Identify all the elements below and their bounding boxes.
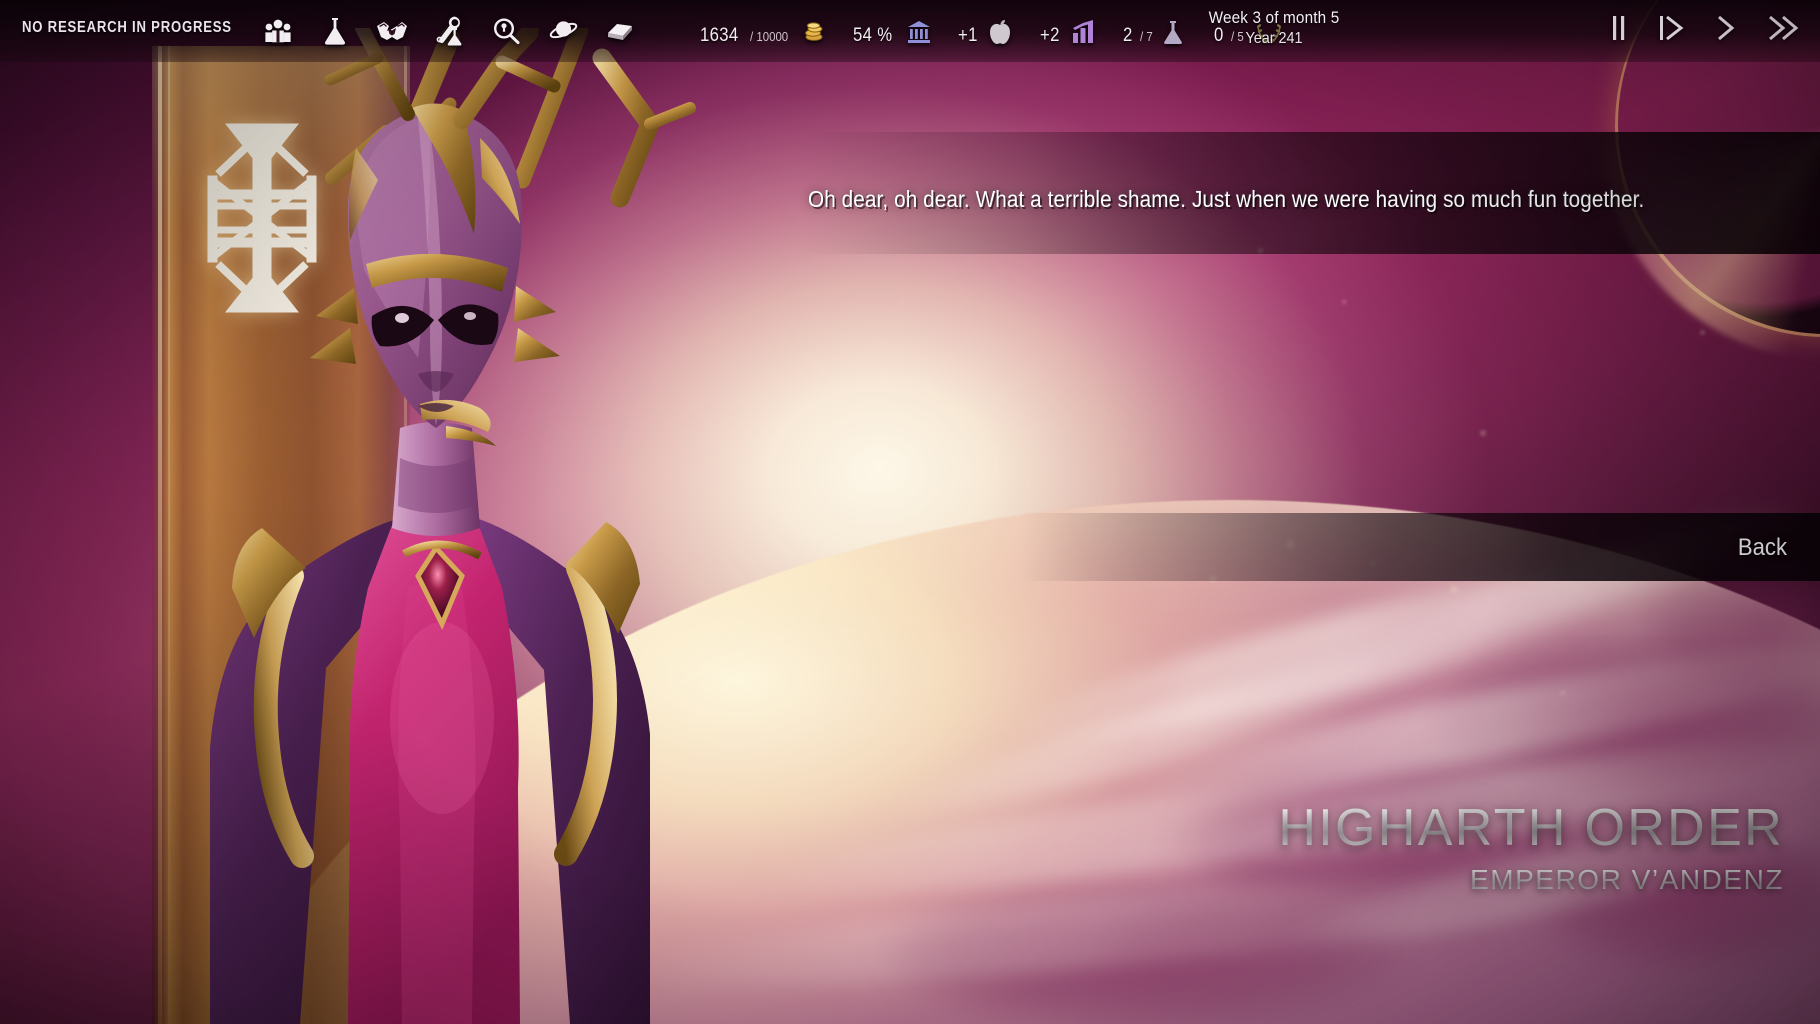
- research-flask-icon[interactable]: [319, 14, 351, 48]
- faction-title-block: HIGHARTH ORDER EMPEROR V’ANDENZ: [1278, 798, 1784, 896]
- back-band: [0, 513, 1820, 581]
- faction-leader-title: EMPEROR V’ANDENZ: [1278, 864, 1784, 896]
- codex-book-icon[interactable]: [604, 14, 636, 48]
- intel-magnifier-icon[interactable]: [490, 14, 522, 48]
- planets-icon[interactable]: [547, 14, 579, 48]
- apple-icon: [988, 19, 1014, 45]
- speed-controls: [1610, 8, 1800, 52]
- resource-food[interactable]: +1: [958, 15, 1014, 47]
- research-value: 2: [1123, 25, 1133, 47]
- pause-button[interactable]: [1610, 14, 1628, 47]
- forward-button[interactable]: [1714, 14, 1736, 47]
- fast-forward-button[interactable]: [1766, 14, 1800, 47]
- senate-icon: [906, 19, 932, 45]
- resource-research-points[interactable]: 2 / 7: [1123, 15, 1188, 47]
- credits-max: / 10000: [750, 29, 788, 44]
- engineering-wrench-icon[interactable]: [433, 14, 465, 48]
- research-status-label[interactable]: NO RESEARCH IN PROGRESS: [22, 19, 232, 37]
- resource-approval[interactable]: 54 %: [853, 15, 932, 47]
- production-value: +2: [1040, 25, 1060, 47]
- date-year: Year 241: [1207, 30, 1340, 48]
- food-value: +1: [958, 25, 978, 47]
- resource-production[interactable]: +2: [1040, 15, 1096, 47]
- resource-credits[interactable]: 1634 / 10000: [700, 15, 827, 47]
- faction-name: HIGHARTH ORDER: [1278, 798, 1784, 858]
- hud-icon-group: [262, 6, 636, 56]
- date-week: Week 3 of month 5: [1207, 8, 1340, 28]
- top-hud-bar: NO RESEARCH IN PROGRESS: [0, 0, 1820, 62]
- growth-chart-icon: [1071, 19, 1097, 45]
- flask-icon: [1162, 19, 1188, 45]
- back-button[interactable]: Back: [1730, 530, 1794, 566]
- diplomacy-handshake-icon[interactable]: [376, 14, 408, 48]
- game-screen: NO RESEARCH IN PROGRESS: [0, 0, 1820, 1024]
- play-button[interactable]: [1658, 14, 1684, 47]
- dialogue-text: Oh dear, oh dear. What a terrible shame.…: [808, 186, 1644, 213]
- approval-value: 54 %: [853, 25, 892, 47]
- research-max: / 7: [1140, 29, 1153, 44]
- coins-icon: [801, 19, 827, 45]
- game-date: Week 3 of month 5 Year 241: [1200, 8, 1348, 48]
- credits-value: 1634: [700, 25, 739, 47]
- population-icon[interactable]: [262, 14, 294, 48]
